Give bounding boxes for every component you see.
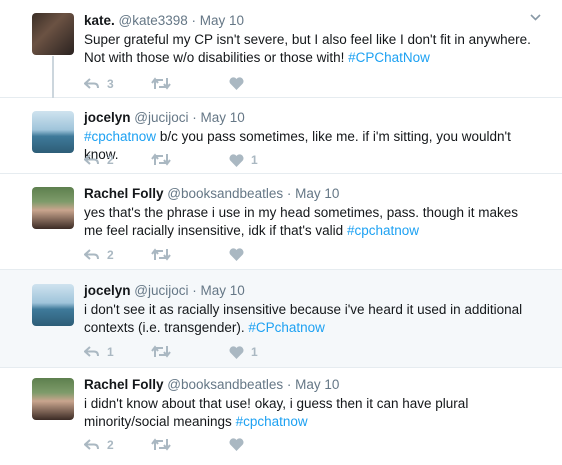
- retweet-icon: [151, 438, 171, 451]
- heart-icon: [229, 77, 244, 90]
- reply-count: 2: [107, 438, 114, 452]
- like-count: 1: [251, 153, 258, 167]
- tweet-text: yes that's the phrase i use in my head s…: [84, 205, 519, 238]
- reply-count: 3: [107, 77, 114, 91]
- tweet[interactable]: jocelyn @jucijoci · May 10 i don't see i…: [0, 270, 562, 368]
- retweet-button[interactable]: [151, 77, 178, 90]
- tweet[interactable]: Rachel Folly @booksandbeatles · May 10 i…: [0, 368, 562, 465]
- tweet-text: Super grateful my CP isn't severe, but I…: [84, 32, 531, 65]
- reply-count: 2: [107, 153, 114, 167]
- like-button[interactable]: [229, 438, 251, 451]
- like-button[interactable]: 1: [229, 345, 258, 359]
- avatar[interactable]: [32, 284, 74, 326]
- avatar[interactable]: [32, 378, 74, 420]
- retweet-icon: [151, 345, 171, 358]
- heart-icon: [229, 248, 244, 261]
- like-count: 1: [251, 345, 258, 359]
- reply-button[interactable]: 3: [84, 77, 114, 91]
- like-button[interactable]: 1: [229, 153, 258, 167]
- tweet[interactable]: jocelyn @jucijoci · May 10 #cpchatnow b/…: [0, 98, 562, 174]
- display-name[interactable]: jocelyn: [84, 110, 131, 125]
- retweet-icon: [151, 248, 171, 261]
- display-name[interactable]: kate.: [84, 13, 115, 28]
- tweet[interactable]: kate. @kate3398 · May 10 Super grateful …: [0, 0, 562, 98]
- avatar[interactable]: [32, 187, 74, 229]
- retweet-button[interactable]: [151, 248, 178, 261]
- reply-button[interactable]: 2: [84, 438, 114, 452]
- tweet-text: i don't see it as racially insensitive b…: [84, 302, 523, 335]
- reply-button[interactable]: 2: [84, 153, 114, 167]
- retweet-button[interactable]: [151, 345, 178, 358]
- like-button[interactable]: [229, 77, 251, 90]
- handle-and-date[interactable]: @booksandbeatles · May 10: [167, 186, 339, 201]
- handle-and-date[interactable]: @kate3398 · May 10: [119, 13, 245, 28]
- retweet-button[interactable]: [151, 438, 178, 451]
- thread-line: [52, 56, 54, 98]
- display-name[interactable]: jocelyn: [84, 283, 131, 298]
- hashtag-link[interactable]: #CPchatnow: [248, 320, 325, 335]
- retweet-button[interactable]: [151, 153, 178, 166]
- reply-icon: [84, 249, 99, 260]
- reply-button[interactable]: 1: [84, 345, 114, 359]
- retweet-icon: [151, 153, 171, 166]
- avatar[interactable]: [32, 111, 74, 153]
- heart-icon: [229, 153, 244, 167]
- avatar[interactable]: [32, 13, 74, 55]
- handle-and-date[interactable]: @jucijoci · May 10: [134, 110, 245, 125]
- tweet-text: i didn't know about that use! okay, i gu…: [84, 396, 469, 429]
- hashtag-link[interactable]: #cpchatnow: [236, 414, 308, 429]
- handle-and-date[interactable]: @booksandbeatles · May 10: [167, 377, 339, 392]
- reply-count: 2: [107, 248, 114, 262]
- like-button[interactable]: [229, 248, 251, 261]
- hashtag-link[interactable]: #cpchatnow: [347, 223, 419, 238]
- hashtag-link[interactable]: #CPChatNow: [348, 50, 430, 65]
- reply-icon: [84, 439, 99, 450]
- hashtag-link[interactable]: #cpchatnow: [84, 129, 156, 144]
- reply-icon: [84, 78, 99, 89]
- reply-icon: [84, 154, 99, 165]
- reply-count: 1: [107, 345, 114, 359]
- chevron-down-icon[interactable]: [530, 10, 541, 21]
- reply-button[interactable]: 2: [84, 248, 114, 262]
- heart-icon: [229, 345, 244, 359]
- tweet[interactable]: Rachel Folly @booksandbeatles · May 10 y…: [0, 174, 562, 270]
- retweet-icon: [151, 77, 171, 90]
- display-name[interactable]: Rachel Folly: [84, 377, 164, 392]
- handle-and-date[interactable]: @jucijoci · May 10: [134, 283, 245, 298]
- heart-icon: [229, 438, 244, 451]
- display-name[interactable]: Rachel Folly: [84, 186, 164, 201]
- reply-icon: [84, 346, 99, 357]
